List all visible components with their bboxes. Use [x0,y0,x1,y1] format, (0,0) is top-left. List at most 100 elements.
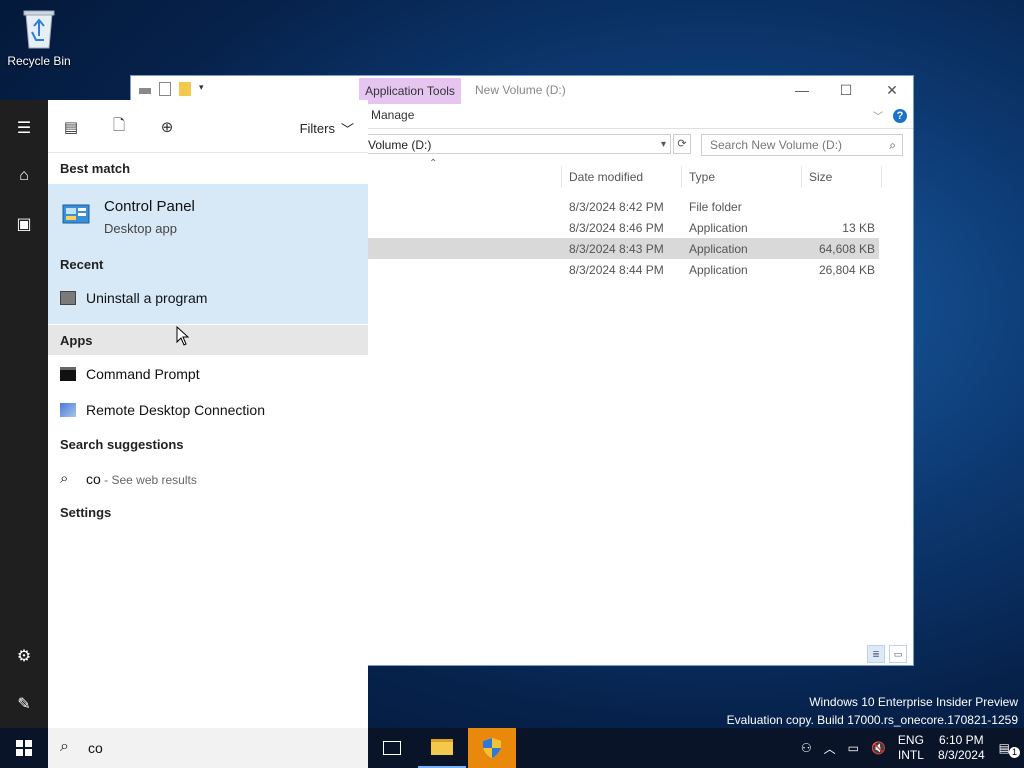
watermark-line2: Evaluation copy. Build 17000.rs_onecore.… [726,713,1018,727]
table-row[interactable]: 8/3/2024 8:46 PM Application 13 KB [361,217,879,238]
address-text: Volume (D:) [368,138,432,152]
table-row[interactable]: 8/3/2024 8:44 PM Application 26,804 KB [361,259,879,280]
maximize-button[interactable]: ☐ [823,76,869,104]
column-headers: Date modified Type Size [361,166,882,188]
remote-desktop-icon [60,403,76,417]
row-type: Application [689,263,748,277]
explorer-search-placeholder: Search New Volume (D:) [710,138,843,152]
input-language-indicator[interactable]: ENG INTL [892,733,930,763]
start-button[interactable] [0,728,48,768]
table-row[interactable]: 8/3/2024 8:43 PM Application 64,608 KB [361,238,879,259]
row-type: File folder [689,200,742,214]
row-date: 8/3/2024 8:44 PM [569,263,664,277]
web-filter-globe-icon[interactable]: ⊕ [158,118,176,136]
settings-gear-icon[interactable]: ⚙ [0,636,48,676]
command-prompt-icon [60,367,76,381]
properties-icon[interactable] [159,82,171,96]
clock[interactable]: 6:10 PM 8/3/2024 [930,733,993,763]
close-button[interactable]: ✕ [869,76,915,104]
evaluation-watermark: Windows 10 Enterprise Insider Preview Ev… [727,693,1018,729]
minimize-button[interactable]: — [779,76,825,104]
start-search-input[interactable]: ⌕ co [48,728,368,768]
lang-bottom: INTL [897,748,924,762]
row-size: 13 KB [842,221,875,235]
filters-dropdown[interactable]: Filters ﹀ [300,119,354,138]
system-tray: ⚇ ︿ ▭ 🔇 ENG INTL 6:10 PM 8/3/2024 ▤ 1 [795,728,1024,768]
volume-muted-icon[interactable]: 🔇 [865,741,892,755]
column-type[interactable]: Type [689,170,715,184]
filters-label: Filters [299,121,335,136]
ribbon-controls: ﹀ ? [873,108,907,123]
recycle-bin-icon [20,6,58,50]
search-icon: ⌕ [60,470,69,487]
recent-item-label: Uninstall a program [86,290,208,306]
table-row[interactable]: 8/3/2024 8:42 PM File folder [361,196,879,217]
start-left-rail: ☰ ⌂ ▣ ⚙ ✎ [0,100,48,728]
app-remote-desktop[interactable]: Remote Desktop Connection [60,402,265,418]
home-icon[interactable]: ⌂ [0,156,48,196]
row-date: 8/3/2024 8:42 PM [569,200,664,214]
address-bar[interactable]: Volume (D:) ▾ [361,134,671,154]
apps-header: Apps [60,333,93,348]
application-tools-tab[interactable]: Application Tools [359,78,461,104]
details-view-icon[interactable]: ≣ [867,645,885,663]
large-icons-view-icon[interactable]: ▭ [889,645,907,663]
mouse-cursor-icon [176,326,190,346]
search-filter-bar: ▤ 🗋 ⊕ Filters ﹀ [48,100,368,153]
help-icon[interactable]: ? [893,108,907,123]
file-list: 8/3/2024 8:42 PM File folder 8/3/2024 8:… [361,196,879,280]
action-center-button[interactable]: ▤ 1 [993,741,1024,758]
notebook-icon[interactable]: ▣ [0,204,48,244]
apps-header-band [48,325,368,355]
drive-icon[interactable] [139,88,151,94]
app-label: Remote Desktop Connection [86,402,265,418]
taskbar-installer-app[interactable] [468,728,516,768]
best-match-header: Best match [60,161,131,176]
chevron-down-icon: ﹀ [340,122,354,137]
recent-uninstall-program[interactable]: Uninstall a program [60,290,207,306]
apps-filter-icon[interactable]: ▤ [62,118,80,136]
show-hidden-icons-chevron-icon[interactable]: ︿ [818,740,842,757]
network-icon[interactable]: ▭ [842,741,865,755]
watermark-line1: Windows 10 Enterprise Insider Preview [809,695,1018,709]
row-date: 8/3/2024 8:43 PM [569,242,664,256]
web-suggestion-item[interactable]: ⌕ co - See web results [60,470,197,487]
people-icon[interactable]: ⚇ [795,741,818,755]
row-date: 8/3/2024 8:46 PM [569,221,664,235]
explorer-search-input[interactable]: Search New Volume (D:) ⌕ [701,134,903,156]
app-label: Command Prompt [86,366,200,382]
new-folder-icon[interactable] [179,82,191,96]
feedback-icon[interactable]: ✎ [0,684,48,724]
recycle-bin-label: Recycle Bin [7,54,71,68]
best-match-subtitle: Desktop app [104,221,177,236]
app-command-prompt[interactable]: Command Prompt [60,366,200,382]
address-history-chevron-icon[interactable]: ▾ [661,135,666,155]
search-query-text: co [88,740,103,756]
recent-header: Recent [60,257,104,272]
clock-time: 6:10 PM [938,733,984,747]
view-toggle: ≣ ▭ [867,645,907,663]
settings-header[interactable]: Settings [60,505,111,520]
documents-filter-icon[interactable]: 🗋 [110,117,128,136]
manage-tab[interactable]: Manage [371,108,414,122]
lang-top: ENG [897,733,924,747]
customize-toolbar-chevron-icon[interactable]: ▾ [199,82,207,96]
column-date-modified[interactable]: Date modified [569,170,643,184]
window-title: New Volume (D:) [475,83,566,97]
expand-ribbon-chevron-icon[interactable]: ﹀ [873,108,883,123]
folder-icon [431,739,453,755]
refresh-button[interactable]: ⟳ [673,134,691,154]
suggestion-suffix: - See web results [100,472,197,487]
taskbar-file-explorer[interactable] [418,728,466,768]
recycle-bin-shortcut[interactable]: Recycle Bin [6,6,72,68]
windows-logo-icon [16,740,32,756]
search-icon: ⌕ [889,138,896,152]
task-view-button[interactable] [368,728,416,768]
row-size: 64,608 KB [818,242,875,256]
column-size[interactable]: Size [809,170,832,184]
row-type: Application [689,242,748,256]
quick-access-toolbar: ▾ [139,82,207,96]
search-icon: ⌕ [60,738,69,755]
hamburger-menu-icon[interactable]: ☰ [0,108,48,148]
uninstall-program-icon [60,291,76,305]
